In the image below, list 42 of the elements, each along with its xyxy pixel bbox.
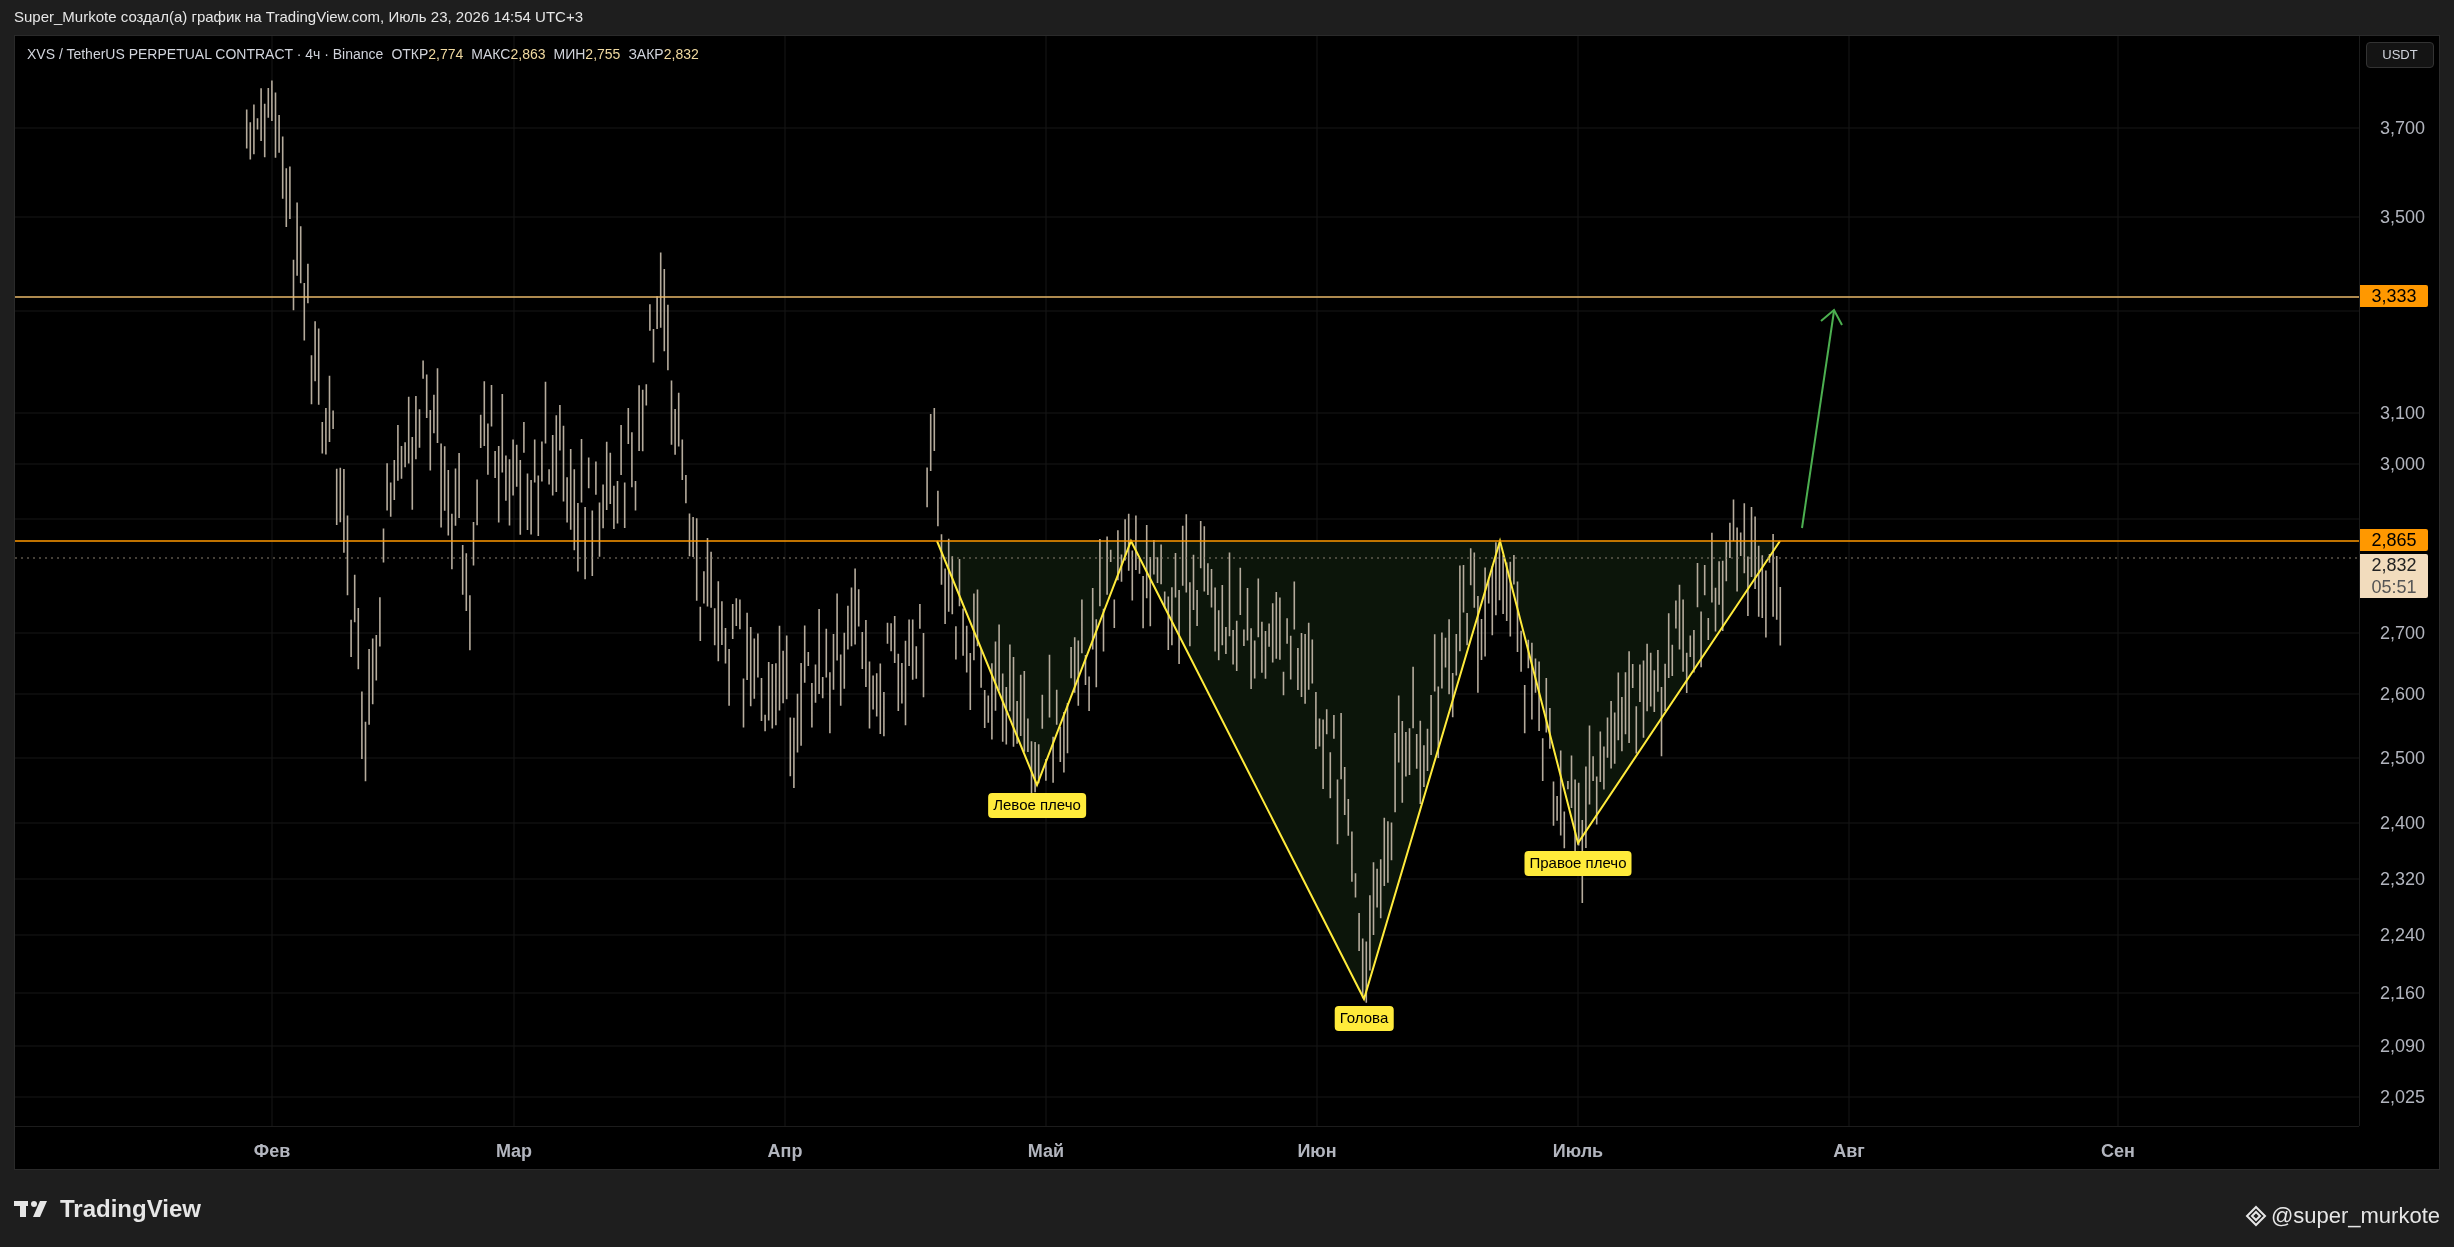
month-tick: Июль: [1552, 1140, 1604, 1163]
price-value: 2,832: [2371, 554, 2417, 576]
author-name: @super_murkote: [2270, 1202, 2440, 1230]
price-tick: 2,160: [2379, 981, 2425, 1005]
month-tick: Мар: [495, 1140, 533, 1163]
ohlc-label: МАКС: [471, 45, 511, 64]
price-value: 2,865: [2371, 529, 2417, 551]
ohlc-value: 2,863: [510, 45, 546, 64]
chart-title: Super_Murkote создал(а) график на TradingView.com, Июль 23, 2026 14:54 UTC+3: [14, 7, 584, 28]
ohlc-value: 2,755: [585, 45, 621, 64]
currency-button[interactable]: USDT: [2366, 42, 2434, 68]
pattern-label: Голова: [1334, 1006, 1394, 1031]
ohlc-label: ОТКР: [391, 45, 429, 64]
month-tick: Май: [1027, 1140, 1065, 1163]
price-tick: 2,090: [2379, 1034, 2425, 1058]
price-tick: 2,320: [2379, 867, 2425, 891]
ohlc-label: ЗАКР: [628, 45, 664, 64]
brand-name: TradingView: [60, 1193, 201, 1224]
price-tick: 3,100: [2379, 401, 2425, 425]
month-tick: Апр: [767, 1140, 803, 1163]
month-tick: Фев: [253, 1140, 291, 1163]
pattern-label: Левое плечо: [988, 793, 1086, 818]
diamond-icon: [2244, 1204, 2267, 1227]
symbol-legend: XVS / TetherUS PERPETUAL CONTRACT · 4ч · Binance: [27, 44, 384, 65]
price-tick: 2,600: [2379, 682, 2425, 706]
price-tick: 2,400: [2379, 811, 2425, 835]
bar-countdown: 05:51: [2371, 576, 2417, 598]
ohlc-value: 2,832: [663, 45, 699, 64]
month-tick: Авг: [1833, 1140, 1865, 1163]
price-tick: 2,500: [2379, 746, 2425, 770]
price-tick: 3,700: [2379, 116, 2425, 140]
price-tick: 3,500: [2379, 205, 2425, 229]
month-tick: Июн: [1297, 1140, 1337, 1163]
pattern-label: Правое плечо: [1524, 851, 1632, 876]
month-tick: Сен: [2101, 1140, 2135, 1163]
price-value: 3,333: [2371, 285, 2417, 307]
price-tick: 3,000: [2379, 452, 2425, 476]
price-tick: 2,025: [2379, 1085, 2425, 1109]
price-tick: 2,240: [2379, 923, 2425, 947]
ohlc-value: 2,774: [428, 45, 464, 64]
price-tick: 2,700: [2379, 621, 2425, 645]
ohlc-label: МИН: [553, 45, 586, 64]
